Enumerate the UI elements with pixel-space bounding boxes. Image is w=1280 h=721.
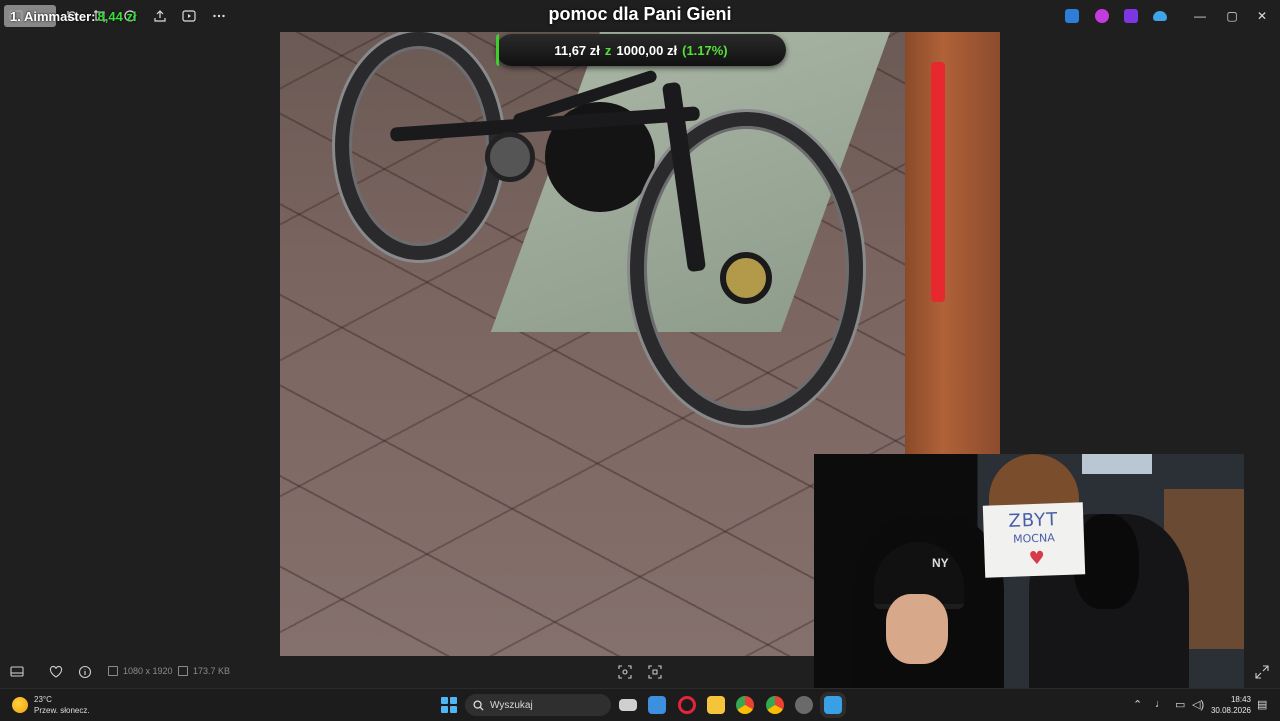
sun-icon [12, 697, 28, 713]
notifications-icon[interactable]: ▤ [1257, 698, 1267, 711]
goal-separator: z [604, 42, 612, 58]
bike-front-hub [720, 252, 772, 304]
dimensions-icon [108, 666, 118, 676]
weather-widget[interactable]: 23°C Przew. słonecz. [12, 694, 90, 716]
onedrive-icon[interactable] [1153, 11, 1167, 21]
bike-crank [485, 132, 535, 182]
file-size: 173.7 KB [178, 666, 230, 676]
weather-desc: Przew. słonecz. [34, 706, 90, 715]
handwritten-sign: ZBYT MOCNA ♥ [982, 502, 1086, 578]
system-clock[interactable]: 18:43 30.08.2026 [1211, 694, 1251, 716]
app-magenta-icon[interactable] [1095, 9, 1109, 23]
network-icon[interactable]: ▭ [1175, 698, 1185, 711]
goal-progress-fill [496, 34, 500, 66]
goal-target: 1000,00 zł [616, 42, 678, 58]
heart-icon: ♥ [1028, 547, 1046, 570]
donation-goal-bar: 11,67 zł z 1000,00 zł (1.17%) [496, 34, 786, 66]
app-purple-icon[interactable] [1124, 9, 1138, 23]
tray-chevron-icon[interactable]: ⌃ [1133, 698, 1142, 711]
chrome-icon[interactable] [736, 696, 754, 714]
search-icon [473, 699, 484, 711]
cap-logo: NY [932, 556, 949, 570]
opera-icon[interactable] [678, 696, 696, 714]
filmstrip-icon[interactable] [9, 664, 25, 680]
start-button[interactable] [441, 697, 457, 713]
bike-rear-wheel [335, 32, 503, 260]
file-size-value: 173.7 KB [193, 666, 231, 676]
maximize-button[interactable]: ▢ [1224, 8, 1240, 24]
webcam-overlay: NY ZBYT MOCNA ♥ [814, 454, 1244, 696]
taskbar-search[interactable]: Wyszukaj [465, 694, 611, 716]
store-icon[interactable] [648, 696, 666, 714]
clock-time: 18:43 [1230, 695, 1251, 704]
start-tile [449, 705, 457, 713]
image-dimensions-value: 1080 x 1920 [123, 666, 173, 676]
start-tile [449, 697, 457, 705]
weather-text: 23°C Przew. słonecz. [34, 694, 90, 716]
weather-temp: 23°C [34, 695, 52, 704]
clock-date: 30.08.2026 [1210, 706, 1251, 715]
sign-line-2: MOCNA [1012, 531, 1055, 546]
actual-size-icon[interactable] [647, 664, 663, 680]
obs-icon[interactable] [795, 696, 813, 714]
search-placeholder: Wyszukaj [490, 699, 533, 711]
room-window [1082, 454, 1152, 474]
start-tile [441, 697, 449, 705]
app-blue-icon[interactable] [1065, 9, 1079, 23]
windows-taskbar: 23°C Przew. słonecz. Wyszukaj ⌃ ♩ ▭ ◁) 1… [0, 688, 1280, 721]
stream-title: pomoc dla Pani Gieni [548, 4, 732, 24]
minimize-button[interactable]: — [1192, 8, 1208, 24]
chrome-profile-icon[interactable] [766, 696, 784, 714]
start-tile [441, 705, 449, 713]
task-view-icon[interactable] [619, 699, 637, 711]
favorite-heart-icon[interactable] [48, 664, 64, 680]
streamer-left: NY [854, 514, 1004, 696]
microphone-icon[interactable]: ♩ [1155, 698, 1166, 710]
close-button[interactable]: ✕ [1254, 8, 1270, 24]
image-dimensions: 1080 x 1920 [108, 666, 173, 676]
zoom-fit-icon[interactable] [617, 664, 633, 680]
photos-icon[interactable] [824, 696, 842, 714]
wooden-post [905, 32, 1000, 462]
streamer-face [886, 594, 948, 664]
viewer-toolbar: 1. Aimmaster: 8,44 zł pomoc dla Pani Gie… [0, 0, 1280, 32]
red-strap [931, 62, 945, 302]
info-icon[interactable] [77, 664, 93, 680]
sign-line-1: ZBYT [1008, 509, 1059, 532]
file-explorer-icon[interactable] [707, 696, 725, 714]
file-size-icon [178, 666, 188, 676]
goal-percent: (1.17%) [682, 42, 728, 58]
volume-icon[interactable]: ◁) [1192, 698, 1204, 711]
goal-current: 11,67 zł [554, 42, 600, 58]
fullscreen-icon[interactable] [1254, 664, 1270, 680]
